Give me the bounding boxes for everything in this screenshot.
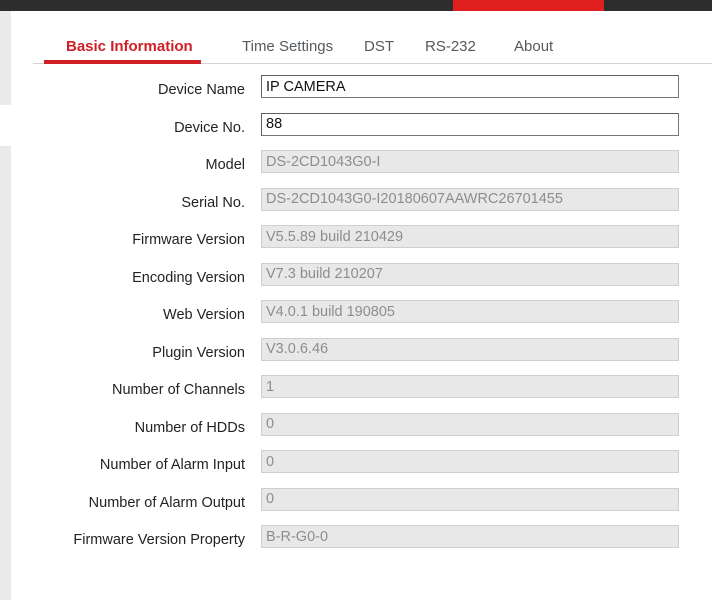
input-firmware-version (261, 225, 679, 248)
input-number-of-alarm-input (261, 450, 679, 473)
left-gutter-strip-upper (0, 11, 11, 105)
form-row-number-of-alarm-output: Number of Alarm Output (11, 487, 712, 526)
left-gutter-strip-lower (0, 146, 11, 600)
label-number-of-channels: Number of Channels (112, 382, 245, 398)
input-firmware-version-property (261, 525, 679, 548)
tab-strip: Basic Information Time Settings DST RS-2… (33, 24, 712, 64)
input-number-of-alarm-output (261, 487, 679, 511)
tab-time-settings[interactable]: Time Settings (242, 38, 333, 56)
label-number-of-hdds: Number of HDDs (134, 419, 245, 436)
input-device-no[interactable] (261, 112, 679, 136)
input-serial-no (261, 187, 679, 211)
label-number-of-alarm-output: Number of Alarm Output (88, 494, 245, 511)
form-row-serial-no: Serial No. (11, 187, 712, 226)
label-number-of-alarm-input: Number of Alarm Input (99, 457, 245, 473)
label-plugin-version: Plugin Version (152, 344, 245, 361)
input-number-of-hdds (261, 412, 679, 436)
label-encoding-version: Encoding Version (132, 269, 245, 286)
label-device-no: Device No. (174, 119, 245, 136)
window-chrome-bar (0, 0, 712, 11)
form-row-number-of-alarm-input: Number of Alarm Input (11, 450, 712, 488)
tab-rs-232[interactable]: RS-232 (425, 38, 476, 56)
label-serial-no: Serial No. (181, 194, 245, 211)
form-row-number-of-hdds: Number of HDDs (11, 412, 712, 451)
input-plugin-version (261, 337, 679, 361)
configuration-page: Basic Information Time Settings DST RS-2… (11, 11, 712, 600)
form-row-number-of-channels: Number of Channels (11, 375, 712, 413)
input-number-of-channels (261, 375, 679, 398)
form-row-device-name: Device Name (11, 75, 712, 113)
form-row-device-no: Device No. (11, 112, 712, 151)
label-firmware-version-property: Firmware Version Property (73, 532, 245, 548)
form-row-plugin-version: Plugin Version (11, 337, 712, 376)
form-row-web-version: Web Version (11, 300, 712, 338)
chrome-accent-segment (453, 0, 604, 11)
label-model: Model (205, 157, 246, 173)
input-web-version (261, 300, 679, 323)
input-device-name[interactable] (261, 75, 679, 98)
tab-about[interactable]: About (514, 38, 553, 56)
tab-basic-information[interactable]: Basic Information (66, 38, 193, 56)
basic-information-form: Device Name Device No. Model Serial No. … (11, 75, 712, 563)
label-device-name: Device Name (157, 82, 245, 98)
form-row-encoding-version: Encoding Version (11, 262, 712, 301)
label-firmware-version: Firmware Version (132, 232, 245, 248)
label-web-version: Web Version (163, 307, 245, 323)
form-row-firmware-version: Firmware Version (11, 225, 712, 263)
input-model (261, 150, 679, 173)
tab-dst[interactable]: DST (364, 38, 394, 56)
form-row-model: Model (11, 150, 712, 188)
form-row-firmware-version-property: Firmware Version Property (11, 525, 712, 563)
input-encoding-version (261, 262, 679, 286)
